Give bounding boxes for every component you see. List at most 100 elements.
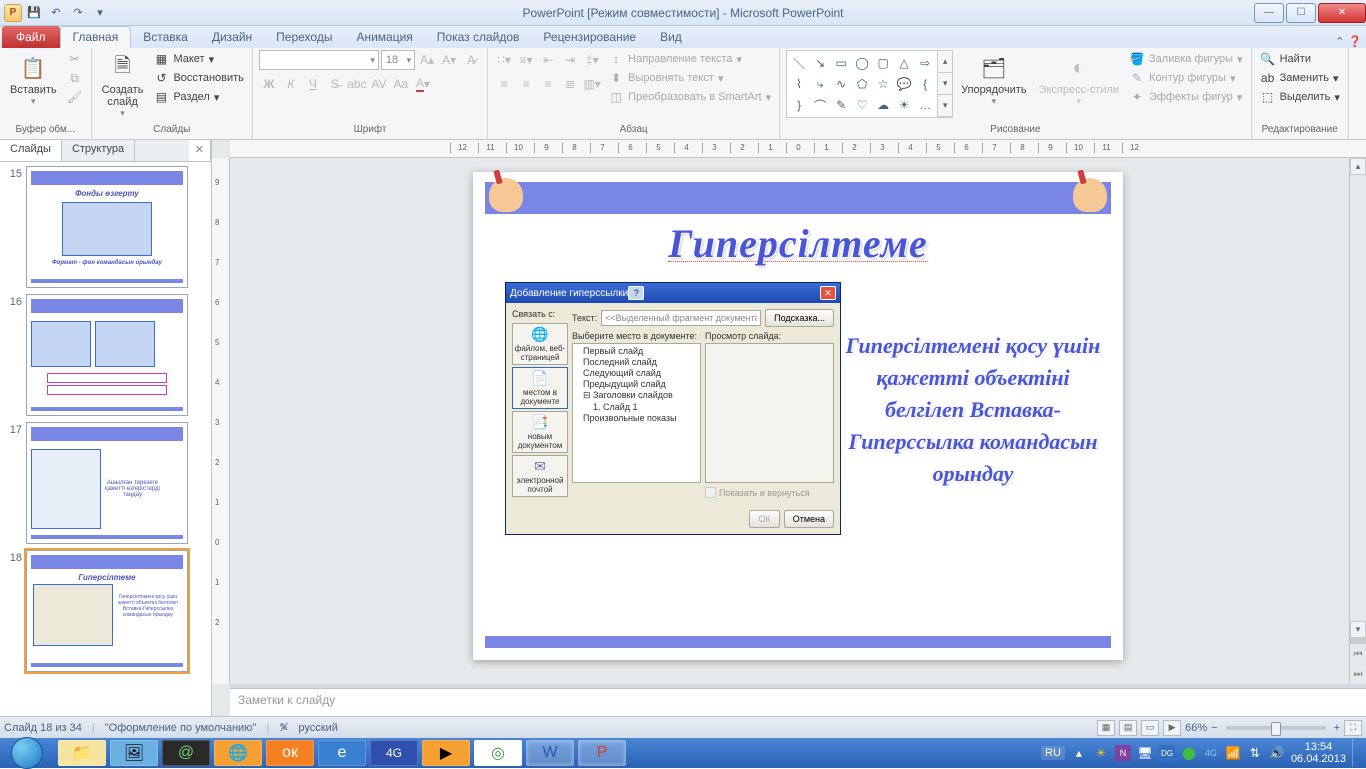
close-panel-icon[interactable]: ✕: [189, 140, 211, 161]
shape-poly-icon[interactable]: ⬠: [852, 74, 872, 94]
shapes-scroll[interactable]: ▴▾▾: [938, 50, 953, 118]
shape-line-icon[interactable]: ＼: [789, 53, 809, 73]
qat-redo-icon[interactable]: ↷: [68, 3, 88, 23]
smartart-button[interactable]: ◫Преобразовать в SmartArt ▾: [606, 88, 773, 106]
place-tree[interactable]: Первый слайд Последний слайд Следующий с…: [572, 343, 701, 483]
font-family-combo[interactable]: [259, 50, 379, 70]
shape-cloud-icon[interactable]: ☁: [873, 95, 893, 115]
status-language[interactable]: русский: [298, 722, 337, 734]
shape-arc-icon[interactable]: ⌒: [810, 95, 830, 115]
shape-fill-button[interactable]: 🪣Заливка фигуры ▾: [1127, 50, 1245, 68]
tab-outline[interactable]: Структура: [62, 140, 135, 161]
tray-sun-icon[interactable]: ☀: [1093, 745, 1109, 761]
copy-button[interactable]: ⧉: [65, 69, 85, 87]
tab-home[interactable]: Главная: [60, 26, 132, 48]
text-direction-button[interactable]: ↕Направление текста ▾: [606, 50, 773, 68]
tab-slideshow[interactable]: Показ слайдов: [425, 26, 532, 48]
line-spacing-button[interactable]: ‡▾: [582, 50, 602, 70]
tab-view[interactable]: Вид: [648, 26, 694, 48]
tree-node[interactable]: 1. Слайд 1: [577, 402, 696, 413]
minimize-ribbon-icon[interactable]: ⌃: [1335, 35, 1344, 48]
increase-indent-button[interactable]: ⇥: [560, 50, 580, 70]
tree-node[interactable]: Следующий слайд: [577, 368, 696, 379]
thumb-17[interactable]: 17 Ашылған терезеге қажетті өзгерістерді…: [4, 422, 207, 544]
new-slide-button[interactable]: 🗎 Создать слайд ▾: [98, 50, 148, 121]
close-button[interactable]: ✕: [1318, 3, 1366, 23]
task-4g[interactable]: 4G: [370, 740, 418, 766]
shape-line2-icon[interactable]: ⌇: [789, 74, 809, 94]
font-color-button[interactable]: A▾: [413, 74, 433, 94]
maximize-button[interactable]: ☐: [1286, 3, 1316, 23]
align-left-button[interactable]: ≡: [494, 74, 514, 94]
layout-button[interactable]: ▦Макет ▾: [151, 50, 245, 68]
tray-shield-icon[interactable]: ⬤: [1181, 745, 1197, 761]
thumb-15[interactable]: 15 Фонды өзгерту Формат - фон командасын…: [4, 166, 207, 288]
paste-button[interactable]: 📋 Вставить ▾: [6, 50, 61, 109]
start-button[interactable]: [0, 738, 54, 768]
tray-n-icon[interactable]: N: [1115, 745, 1131, 761]
next-slide-button[interactable]: ⏭: [1350, 664, 1366, 684]
tray-monitor-icon[interactable]: 🖥: [1137, 745, 1153, 761]
tree-node[interactable]: Первый слайд: [577, 346, 696, 357]
tab-animation[interactable]: Анимация: [344, 26, 424, 48]
underline-button[interactable]: Ч: [303, 74, 323, 94]
vertical-scrollbar[interactable]: ▴ ▾ ⏮ ⏭: [1349, 158, 1366, 684]
task-mail-agent[interactable]: @: [162, 740, 210, 766]
shape-rect-icon[interactable]: ▭: [831, 53, 851, 73]
tray-vol-icon[interactable]: 🔊: [1269, 745, 1285, 761]
notes-pane[interactable]: Заметки к слайду: [230, 688, 1366, 716]
app-icon[interactable]: P: [4, 4, 22, 22]
ruler-vertical[interactable]: 987654321012: [212, 158, 230, 684]
zoom-out-button[interactable]: −: [1211, 722, 1217, 734]
shape-arrow2-icon[interactable]: ⇨: [915, 53, 935, 73]
help-icon[interactable]: ❓: [1348, 35, 1362, 48]
shrink-font-button[interactable]: A▾: [439, 50, 459, 70]
task-ie[interactable]: e: [318, 740, 366, 766]
reset-button[interactable]: ↺Восстановить: [151, 69, 245, 87]
sorter-view-button[interactable]: ▤: [1119, 720, 1137, 736]
link-place-button[interactable]: 📄местом в документе: [512, 367, 568, 409]
bullets-button[interactable]: ∷▾: [494, 50, 514, 70]
align-center-button[interactable]: ≡: [516, 74, 536, 94]
zoom-in-button[interactable]: +: [1334, 722, 1340, 734]
shape-more-icon[interactable]: …: [915, 95, 935, 115]
tree-node[interactable]: Произвольные показы: [577, 413, 696, 424]
zoom-level[interactable]: 66%: [1185, 722, 1207, 734]
wordart-title[interactable]: Гиперсілтеме: [668, 220, 928, 262]
dialog-close-icon[interactable]: ✕: [820, 286, 836, 300]
zoom-slider[interactable]: [1226, 726, 1326, 730]
task-green[interactable]: ◎: [474, 740, 522, 766]
slide-canvas[interactable]: Гиперсілтеме Добавление гиперссылки ? ✕ …: [230, 158, 1366, 684]
task-browser[interactable]: 🌐: [214, 740, 262, 766]
task-powerpoint[interactable]: P: [578, 740, 626, 766]
shape-ellipse-icon[interactable]: ◯: [852, 53, 872, 73]
align-text-button[interactable]: ⬍Выровнять текст ▾: [606, 69, 773, 87]
qat-customize-icon[interactable]: ▾: [90, 3, 110, 23]
scroll-down-icon[interactable]: ▾: [1350, 621, 1366, 638]
font-size-combo[interactable]: 18: [381, 50, 415, 70]
slideshow-view-button[interactable]: ▶: [1163, 720, 1181, 736]
link-email-button[interactable]: ✉электронной почтой: [512, 455, 568, 497]
tray-net-icon[interactable]: 📶: [1225, 745, 1241, 761]
arrange-button[interactable]: 🗂 Упорядочить ▾: [957, 50, 1030, 109]
thumb-18[interactable]: 18 Гиперсілтеме Гиперсілтемені қосу үшін…: [4, 550, 207, 672]
task-wmp[interactable]: ▶: [422, 740, 470, 766]
shape-brace-icon[interactable]: {: [915, 74, 935, 94]
bold-button[interactable]: Ж: [259, 74, 279, 94]
shape-free-icon[interactable]: ✎: [831, 95, 851, 115]
minimize-button[interactable]: —: [1254, 3, 1284, 23]
shape-heart-icon[interactable]: ♡: [852, 95, 872, 115]
normal-view-button[interactable]: ▦: [1097, 720, 1115, 736]
find-button[interactable]: 🔍Найти: [1258, 50, 1342, 68]
shape-star-icon[interactable]: ☆: [873, 74, 893, 94]
tray-flag-icon[interactable]: ▴: [1071, 745, 1087, 761]
link-text-input[interactable]: [601, 310, 761, 326]
format-painter-button[interactable]: 🖌: [65, 88, 85, 106]
spacing-button[interactable]: AV: [369, 74, 389, 94]
tab-insert[interactable]: Вставка: [131, 26, 200, 48]
numbering-button[interactable]: ≡▾: [516, 50, 536, 70]
tree-node[interactable]: Последний слайд: [577, 357, 696, 368]
tree-node[interactable]: ⊟ Заголовки слайдов: [577, 390, 696, 402]
shape-brace2-icon[interactable]: }: [789, 95, 809, 115]
case-button[interactable]: Aa: [391, 74, 411, 94]
